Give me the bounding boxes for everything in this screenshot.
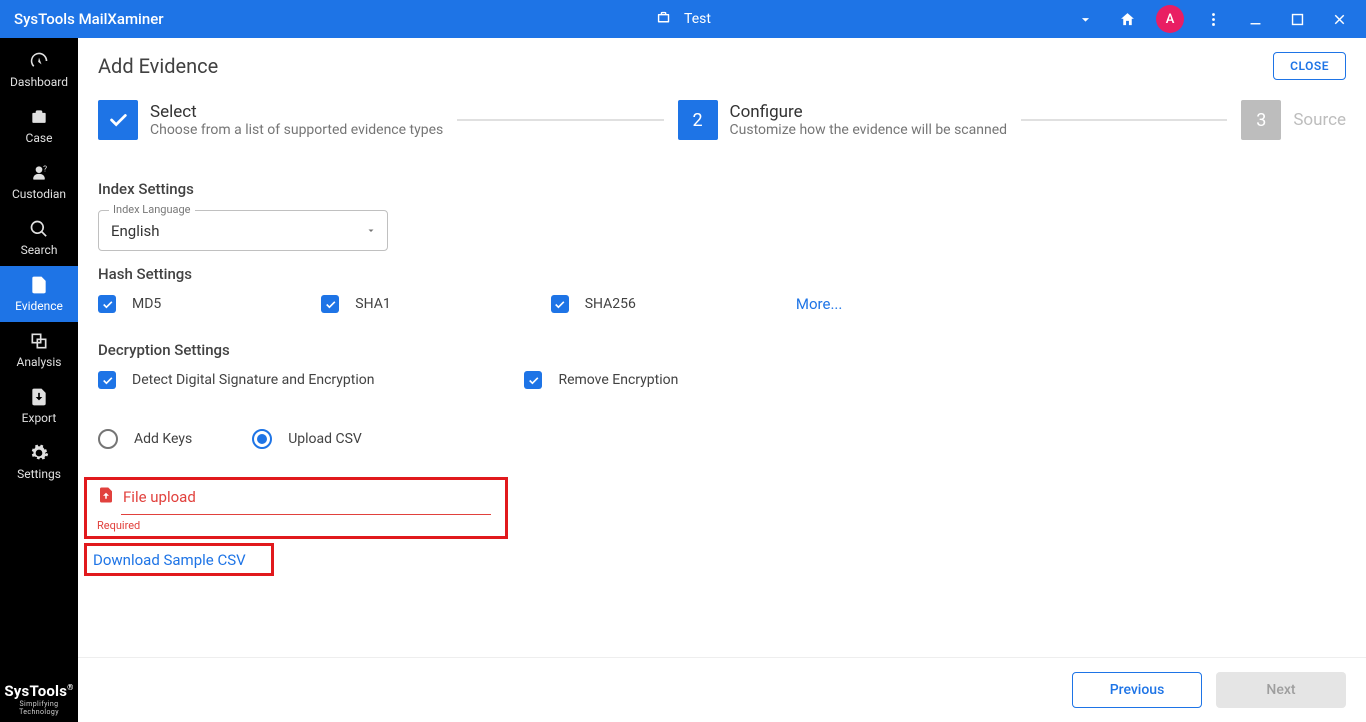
step-connector — [1021, 119, 1227, 121]
close-button[interactable]: CLOSE — [1273, 52, 1346, 80]
sidebar-item-label: Settings — [17, 467, 61, 481]
download-link-text: Download Sample CSV — [93, 551, 246, 569]
sidebar-item-label: Custodian — [12, 187, 66, 201]
checkbox-icon — [321, 295, 339, 313]
sidebar-item-label: Analysis — [17, 355, 62, 369]
step-title: Select — [150, 102, 443, 122]
step-select-badge — [98, 100, 138, 140]
previous-button[interactable]: Previous — [1072, 672, 1202, 708]
sidebar-item-label: Export — [22, 411, 57, 425]
step-configure[interactable]: 2 Configure Customize how the evidence w… — [678, 100, 1007, 140]
checkbox-label: SHA256 — [585, 296, 636, 312]
sidebar-item-label: Search — [21, 243, 58, 257]
step-select[interactable]: Select Choose from a list of supported e… — [98, 100, 443, 140]
sidebar-item-export[interactable]: Export — [0, 378, 78, 434]
step-configure-badge: 2 — [678, 100, 718, 140]
select-value: English — [111, 222, 160, 240]
sidebar-item-label: Evidence — [15, 299, 63, 313]
sidebar-item-settings[interactable]: Settings — [0, 434, 78, 490]
step-title: Configure — [730, 102, 1007, 122]
dropdown-button[interactable] — [1066, 0, 1104, 38]
checkbox-label: MD5 — [132, 296, 161, 312]
file-upload-required: Required — [97, 519, 495, 532]
index-settings-heading: Index Settings — [98, 180, 1346, 198]
divider — [121, 514, 491, 515]
radio-icon — [252, 429, 272, 449]
sha256-checkbox[interactable]: SHA256 — [551, 295, 636, 313]
brand-logo: SysTools® Simplifying Technology — [0, 682, 78, 716]
checkbox-icon — [524, 371, 542, 389]
next-button: Next — [1216, 672, 1346, 708]
checkbox-icon — [98, 295, 116, 313]
add-keys-radio[interactable]: Add Keys — [98, 429, 192, 449]
app-title: SysTools MailXaminer — [14, 10, 164, 28]
file-upload-label: File upload — [123, 488, 196, 506]
checkbox-icon — [98, 371, 116, 389]
maximize-button[interactable] — [1278, 0, 1316, 38]
file-upload-icon — [97, 486, 115, 508]
sidebar-item-custodian[interactable]: ? Custodian — [0, 154, 78, 210]
sidebar-item-label: Dashboard — [10, 75, 68, 89]
main-panel: Add Evidence CLOSE Select Choose from a … — [78, 38, 1366, 722]
sidebar-item-case[interactable]: Case — [0, 98, 78, 154]
sha1-checkbox[interactable]: SHA1 — [321, 295, 390, 313]
decryption-settings-heading: Decryption Settings — [98, 341, 1346, 359]
index-language-select[interactable]: Index Language English — [98, 210, 388, 251]
step-desc: Choose from a list of supported evidence… — [150, 122, 443, 138]
avatar[interactable]: A — [1156, 5, 1184, 33]
md5-checkbox[interactable]: MD5 — [98, 295, 161, 313]
step-title: Source — [1293, 110, 1346, 130]
footer: Previous Next — [78, 657, 1366, 722]
step-source-badge: 3 — [1241, 100, 1281, 140]
stepper: Select Choose from a list of supported e… — [78, 90, 1366, 154]
step-source[interactable]: 3 Source — [1241, 100, 1346, 140]
close-window-button[interactable] — [1320, 0, 1358, 38]
radio-label: Upload CSV — [288, 431, 362, 447]
minimize-button[interactable] — [1236, 0, 1274, 38]
sidebar-item-label: Case — [26, 131, 53, 145]
case-name: Test — [684, 11, 711, 27]
settings-scroll[interactable]: Index Settings Index Language English Ha… — [78, 154, 1366, 657]
detect-signature-checkbox[interactable]: Detect Digital Signature and Encryption — [98, 371, 374, 389]
checkbox-label: Remove Encryption — [558, 372, 678, 388]
upload-csv-radio[interactable]: Upload CSV — [252, 429, 362, 449]
title-bar: SysTools MailXaminer Test A — [0, 0, 1366, 38]
step-connector — [457, 119, 663, 121]
radio-icon — [98, 429, 118, 449]
sidebar-item-search[interactable]: Search — [0, 210, 78, 266]
svg-text:?: ? — [43, 164, 47, 174]
select-legend: Index Language — [109, 203, 195, 216]
chevron-down-icon — [365, 221, 377, 240]
remove-encryption-checkbox[interactable]: Remove Encryption — [524, 371, 678, 389]
checkbox-label: Detect Digital Signature and Encryption — [132, 372, 374, 388]
sidebar-item-analysis[interactable]: Analysis — [0, 322, 78, 378]
download-sample-csv-link[interactable]: Download Sample CSV — [84, 543, 274, 576]
briefcase-icon — [655, 9, 672, 30]
file-upload-field[interactable]: File upload Required — [84, 477, 508, 539]
hash-settings-heading: Hash Settings — [98, 265, 1346, 283]
checkbox-icon — [551, 295, 569, 313]
home-button[interactable] — [1108, 0, 1146, 38]
hash-more-link[interactable]: More... — [796, 295, 842, 313]
sidebar-item-evidence[interactable]: Evidence — [0, 266, 78, 322]
page-title: Add Evidence — [98, 54, 218, 78]
checkbox-label: SHA1 — [355, 296, 390, 312]
more-vert-button[interactable] — [1194, 0, 1232, 38]
sidebar-item-dashboard[interactable]: Dashboard — [0, 42, 78, 98]
step-desc: Customize how the evidence will be scann… — [730, 122, 1007, 138]
radio-label: Add Keys — [134, 431, 192, 447]
sidebar: Dashboard Case ? Custodian Search Eviden… — [0, 38, 78, 722]
